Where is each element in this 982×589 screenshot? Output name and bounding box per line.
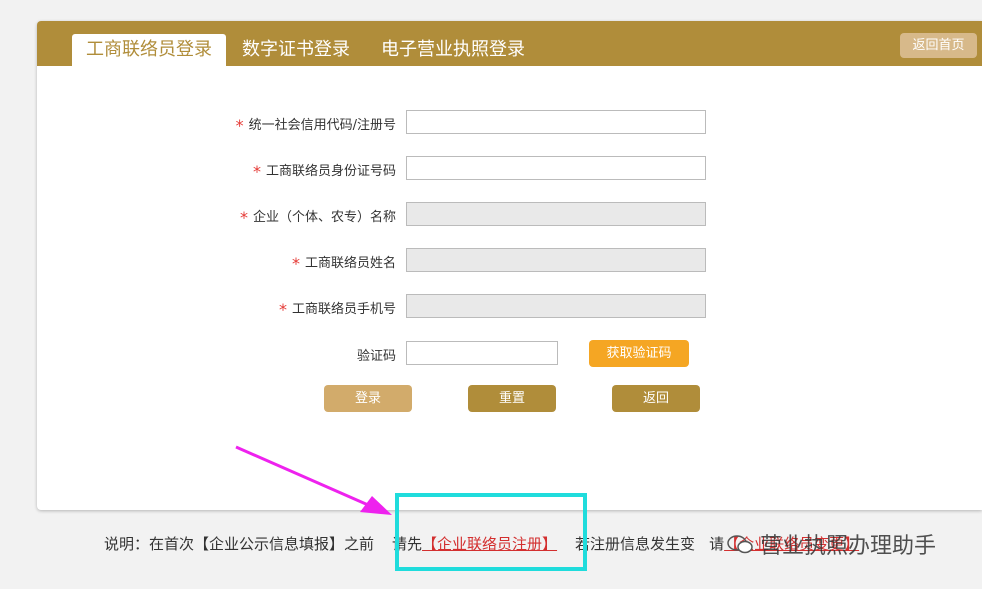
wechat-icon: [727, 535, 753, 554]
watermark-text: 营业执照办理助手: [760, 534, 937, 559]
arrow-annotation: [235, 445, 392, 515]
